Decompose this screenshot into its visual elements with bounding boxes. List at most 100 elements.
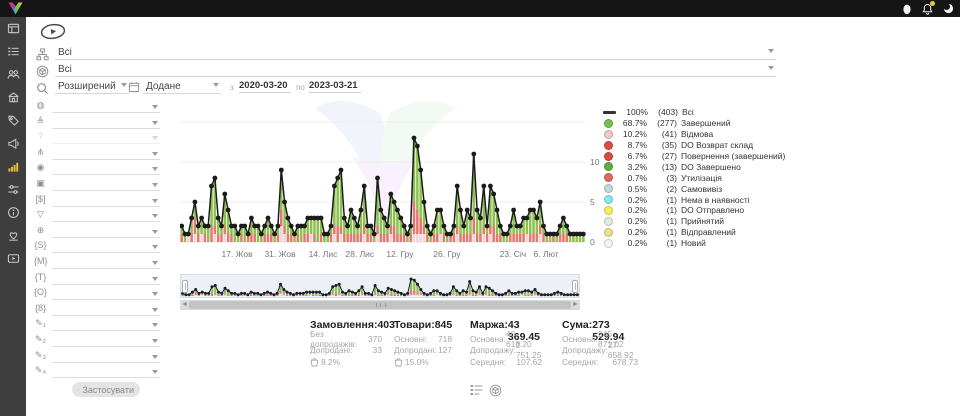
topbar-actions [902, 1, 954, 16]
search-icon [36, 82, 50, 95]
legend-item[interactable]: 100%(403) Всі [604, 107, 784, 118]
legend-count: (403) [648, 107, 678, 117]
source-select-value: Всі [58, 47, 72, 58]
date-from-input[interactable]: 2020-03-20 [239, 80, 291, 93]
filter-structure-select[interactable]: ⋔ [34, 147, 160, 161]
legend-item[interactable]: 68.7%(277)Завершений [604, 118, 784, 129]
scroll-right-icon[interactable]: ► [571, 300, 580, 310]
source-select[interactable]: Всі [55, 46, 776, 60]
sidebar-item-video[interactable] [0, 247, 26, 270]
notifications-bell-icon[interactable] [922, 3, 933, 15]
theme-moon-icon[interactable] [943, 3, 954, 14]
scrollbar-thumb[interactable] [189, 301, 571, 309]
legend-dot-marker [604, 206, 613, 215]
sidebar-item-tags[interactable] [0, 109, 26, 132]
date-to-input[interactable]: 2023-03-21 [309, 80, 361, 93]
legend-percent: 8.7% [617, 140, 647, 150]
filter-manager-select[interactable]: ◉ [34, 162, 160, 176]
legend-item[interactable]: 0.2%(1)Новий [604, 238, 784, 249]
filter-var-s-select[interactable]: {S} [34, 240, 160, 254]
assistant-egg-icon[interactable] [902, 3, 912, 15]
legend-percent: 100% [618, 107, 648, 117]
apply-button[interactable]: Застосувати [72, 382, 140, 397]
sidebar-item-dashboard[interactable] [0, 17, 26, 40]
stat-sub-label: Основна: [562, 334, 598, 344]
stat-sub-label: Основна: [470, 334, 506, 344]
sidebar-item-clients[interactable] [0, 63, 26, 86]
scroll-left-icon[interactable]: ◄ [180, 300, 189, 310]
chart-brush[interactable] [180, 274, 580, 298]
legend-item[interactable]: 8.7%(35)DO Возврат склад [604, 140, 784, 151]
filter-help-select: ? [34, 131, 160, 145]
filter-custom-2-select[interactable]: ✎₂ [34, 334, 160, 348]
chevron-down-icon [152, 339, 158, 343]
legend-item[interactable]: 3.2%(13)DO Завершено [604, 161, 784, 172]
filter-var-m-select[interactable]: {M} [34, 256, 160, 270]
chart-scrollbar[interactable]: ◄ ► [180, 300, 580, 310]
chevron-down-icon [152, 323, 158, 327]
legend-item[interactable]: 0.2%(1)DO Отправлено [604, 205, 784, 216]
filter-custom-4-select[interactable]: ✎₄ [34, 365, 160, 379]
brush-mini-chart [181, 276, 579, 298]
legend-item[interactable]: 6.7%(27)Повернення (завершений) [604, 151, 784, 162]
date-from-label: з [230, 83, 234, 92]
chevron-down-icon [152, 199, 158, 203]
legend-item[interactable]: 0.2%(1) Відправлений [604, 227, 784, 238]
filter-var-t-select[interactable]: {T} [34, 272, 160, 286]
legend-label: Повернення (завершений) [681, 151, 785, 161]
filter-site-select[interactable]: ⊕ [34, 225, 160, 239]
sidebar-item-info[interactable] [0, 201, 26, 224]
list-view-icon[interactable] [470, 384, 483, 396]
sidebar-item-statistics[interactable] [0, 155, 26, 178]
sliders-icon [7, 183, 20, 196]
filter-row-product: Всі [36, 63, 776, 77]
chevron-down-icon [152, 121, 158, 125]
legend-dot-marker [604, 141, 613, 150]
legend-item[interactable]: 0.2%(1)Нема в наявності [604, 194, 784, 205]
dashboard-icon [7, 22, 20, 35]
sidebar-item-partners[interactable] [0, 224, 26, 247]
chevron-down-icon [152, 152, 158, 156]
legend-percent: 0.2% [617, 227, 647, 237]
brush-handle-right[interactable] [572, 280, 578, 293]
apply-button-label: Застосувати [82, 385, 134, 395]
filter-country-select[interactable]: ◍ [34, 100, 160, 114]
product-select[interactable]: Всі [55, 63, 776, 77]
search-mode-select[interactable]: Розширений [55, 80, 129, 94]
filter-custom-3-select[interactable]: ✎₃ [34, 350, 160, 364]
chevron-down-icon [152, 105, 158, 109]
brush-handle-left[interactable] [182, 280, 188, 293]
legend-item[interactable]: 0.7%(3)Утилізація [604, 172, 784, 183]
video-tutorial-icon[interactable] [39, 21, 67, 41]
stat-sub-value: 33 [373, 345, 382, 355]
date-field-select[interactable]: Додане [143, 80, 221, 94]
legend-label: Нема в наявності [681, 195, 750, 205]
filter-payment-select[interactable]: [$] [34, 194, 160, 208]
sidebar-item-settings[interactable] [0, 178, 26, 201]
legend-label: Відправлений [681, 227, 736, 237]
package-view-icon[interactable] [489, 384, 502, 397]
filter-product-select[interactable]: ▣ [34, 178, 160, 192]
filter-var-8-select[interactable]: {8} [34, 303, 160, 317]
legend-count: (1) [647, 227, 677, 237]
filter-structure-icon: ⋔ [34, 147, 47, 158]
legend-count: (2) [647, 184, 677, 194]
sidebar-item-store[interactable] [0, 86, 26, 109]
stat-sub-value: 370 [368, 334, 382, 344]
sidebar-item-marketing[interactable] [0, 132, 26, 155]
app-logo-icon[interactable] [7, 1, 24, 16]
legend-label: Всі [682, 107, 694, 117]
sidebar-item-orders[interactable] [0, 40, 26, 63]
bar-chart-icon [7, 160, 20, 173]
filter-status-select[interactable]: ≜ [34, 116, 160, 130]
stat-sub-value: 127 [438, 345, 452, 355]
filter-custom-1-select[interactable]: ✎₁ [34, 318, 160, 332]
legend-item[interactable]: 0.5%(2)Самовивіз [604, 183, 784, 194]
filter-var-o-select[interactable]: {O} [34, 287, 160, 301]
stat-sub-label: Допродані: [310, 345, 352, 355]
filter-funnel-select[interactable]: ▽ [34, 209, 160, 223]
legend-item[interactable]: 0.2%(1)Прийнятий [604, 216, 784, 227]
legend-item[interactable]: 10.2%(41)Відмова [604, 129, 784, 140]
legend-percent: 0.2% [617, 205, 647, 215]
filter-product-icon: ▣ [34, 178, 47, 189]
